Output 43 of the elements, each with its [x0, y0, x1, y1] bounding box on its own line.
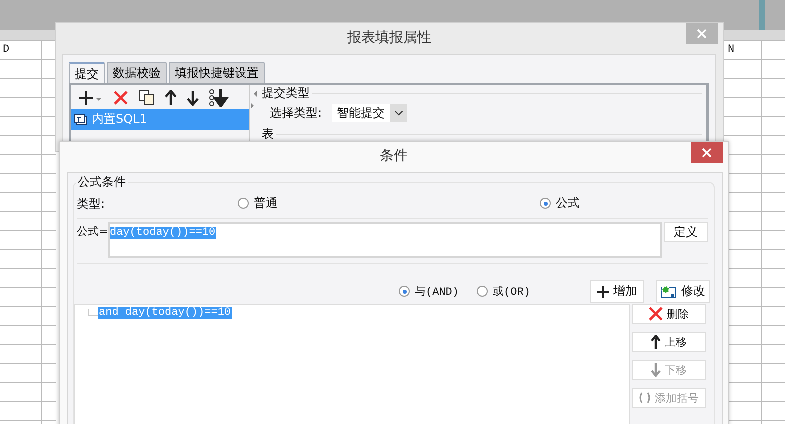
close-icon [702, 148, 712, 158]
close-button[interactable] [691, 142, 723, 163]
copy-icon[interactable] [139, 90, 155, 106]
brackets-icon [639, 392, 651, 404]
down-arrow-icon [651, 363, 661, 377]
field-label: 类型: [77, 196, 106, 213]
add-icon[interactable] [79, 90, 103, 106]
caret-icon [394, 110, 403, 116]
delete-icon[interactable] [113, 90, 129, 106]
plus-icon [597, 286, 610, 298]
up-arrow-icon [651, 335, 661, 349]
delete-button[interactable]: 删除 [632, 304, 706, 324]
column-header: D [3, 44, 10, 56]
close-icon [697, 28, 707, 38]
group-title: 公式条件 [76, 174, 128, 191]
delete-icon [649, 307, 663, 321]
tab[interactable]: 数据校验 [107, 62, 167, 83]
window-title: 条件 [380, 147, 408, 165]
radio-button[interactable]: 公式 [540, 195, 580, 212]
tree-connector-icon [88, 309, 98, 319]
table-icon [74, 114, 88, 126]
up-button[interactable]: 上移 [632, 332, 706, 352]
column-header: N [728, 44, 735, 56]
add-button[interactable]: 增加 [590, 280, 644, 303]
modify-button[interactable]: 修改 [656, 280, 710, 303]
group-title: 表 [262, 126, 274, 143]
type-dropdown[interactable]: 智能提交 [332, 104, 408, 122]
field-label: 公式= [77, 224, 107, 239]
tab[interactable]: 提交 [69, 62, 105, 83]
down-arrow-icon[interactable] [187, 90, 199, 106]
group-title: 提交类型 [262, 85, 310, 102]
window-edge-strip [759, 0, 765, 30]
gear-icon [661, 284, 678, 298]
field-label: 选择类型: [270, 104, 322, 122]
up-arrow-icon[interactable] [165, 90, 177, 106]
move-to-bottom-icon[interactable] [209, 89, 229, 107]
window-title: 报表填报属性 [348, 28, 432, 46]
list-item-label: 内置SQL1 [92, 111, 148, 128]
define-button[interactable]: 定义 [664, 222, 708, 242]
radio-button[interactable]: 或(OR) [477, 284, 530, 299]
tab[interactable]: 填报快捷键设置 [169, 62, 265, 83]
radio-button[interactable]: 普通 [238, 195, 278, 212]
radio-button[interactable]: 与(AND) [399, 284, 460, 299]
